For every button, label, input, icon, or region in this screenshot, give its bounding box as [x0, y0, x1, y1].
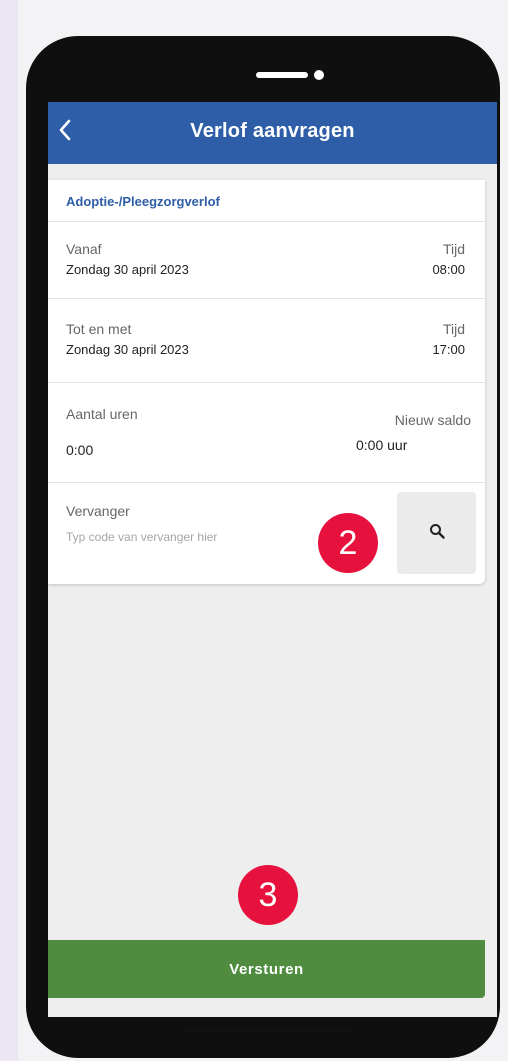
- substitute-label: Vervanger: [66, 503, 130, 519]
- hours-label: Aantal uren: [66, 406, 138, 422]
- top-app-bar: Verlof aanvragen: [48, 102, 497, 164]
- home-indicator: [182, 1029, 352, 1033]
- from-label: Vanaf: [66, 241, 102, 257]
- until-time: 17:00: [432, 342, 465, 357]
- phone-camera: [314, 70, 324, 80]
- divider: [48, 482, 485, 483]
- divider: [48, 382, 485, 383]
- hours-value: 0:00: [66, 442, 94, 458]
- until-label: Tot en met: [66, 321, 132, 337]
- step-3-badge: 3: [238, 865, 298, 925]
- step-2-badge: 2: [318, 513, 378, 573]
- from-time-label: Tijd: [442, 241, 465, 257]
- phone-speaker: [256, 72, 308, 78]
- new-balance-value: 0:00 uur: [356, 437, 408, 453]
- submit-button[interactable]: Versturen: [48, 940, 485, 998]
- divider: [48, 298, 485, 299]
- substitute-input[interactable]: Typ code van vervanger hier: [66, 530, 217, 544]
- leave-request-card: Adoptie-/Pleegzorgverlof Vanaf Zondag 30…: [48, 180, 485, 584]
- leave-type-label[interactable]: Adoptie-/Pleegzorgverlof: [66, 194, 220, 209]
- from-date: Zondag 30 april 2023: [66, 262, 189, 277]
- search-button[interactable]: [397, 492, 476, 574]
- divider: [48, 221, 485, 222]
- until-date: Zondag 30 april 2023: [66, 342, 189, 357]
- from-time: 08:00: [432, 262, 465, 277]
- search-icon: [429, 523, 445, 544]
- page-title: Verlof aanvragen: [190, 120, 355, 142]
- background-strip: [0, 0, 18, 1061]
- new-balance-label: Nieuw saldo: [394, 412, 471, 428]
- until-time-label: Tijd: [442, 321, 465, 337]
